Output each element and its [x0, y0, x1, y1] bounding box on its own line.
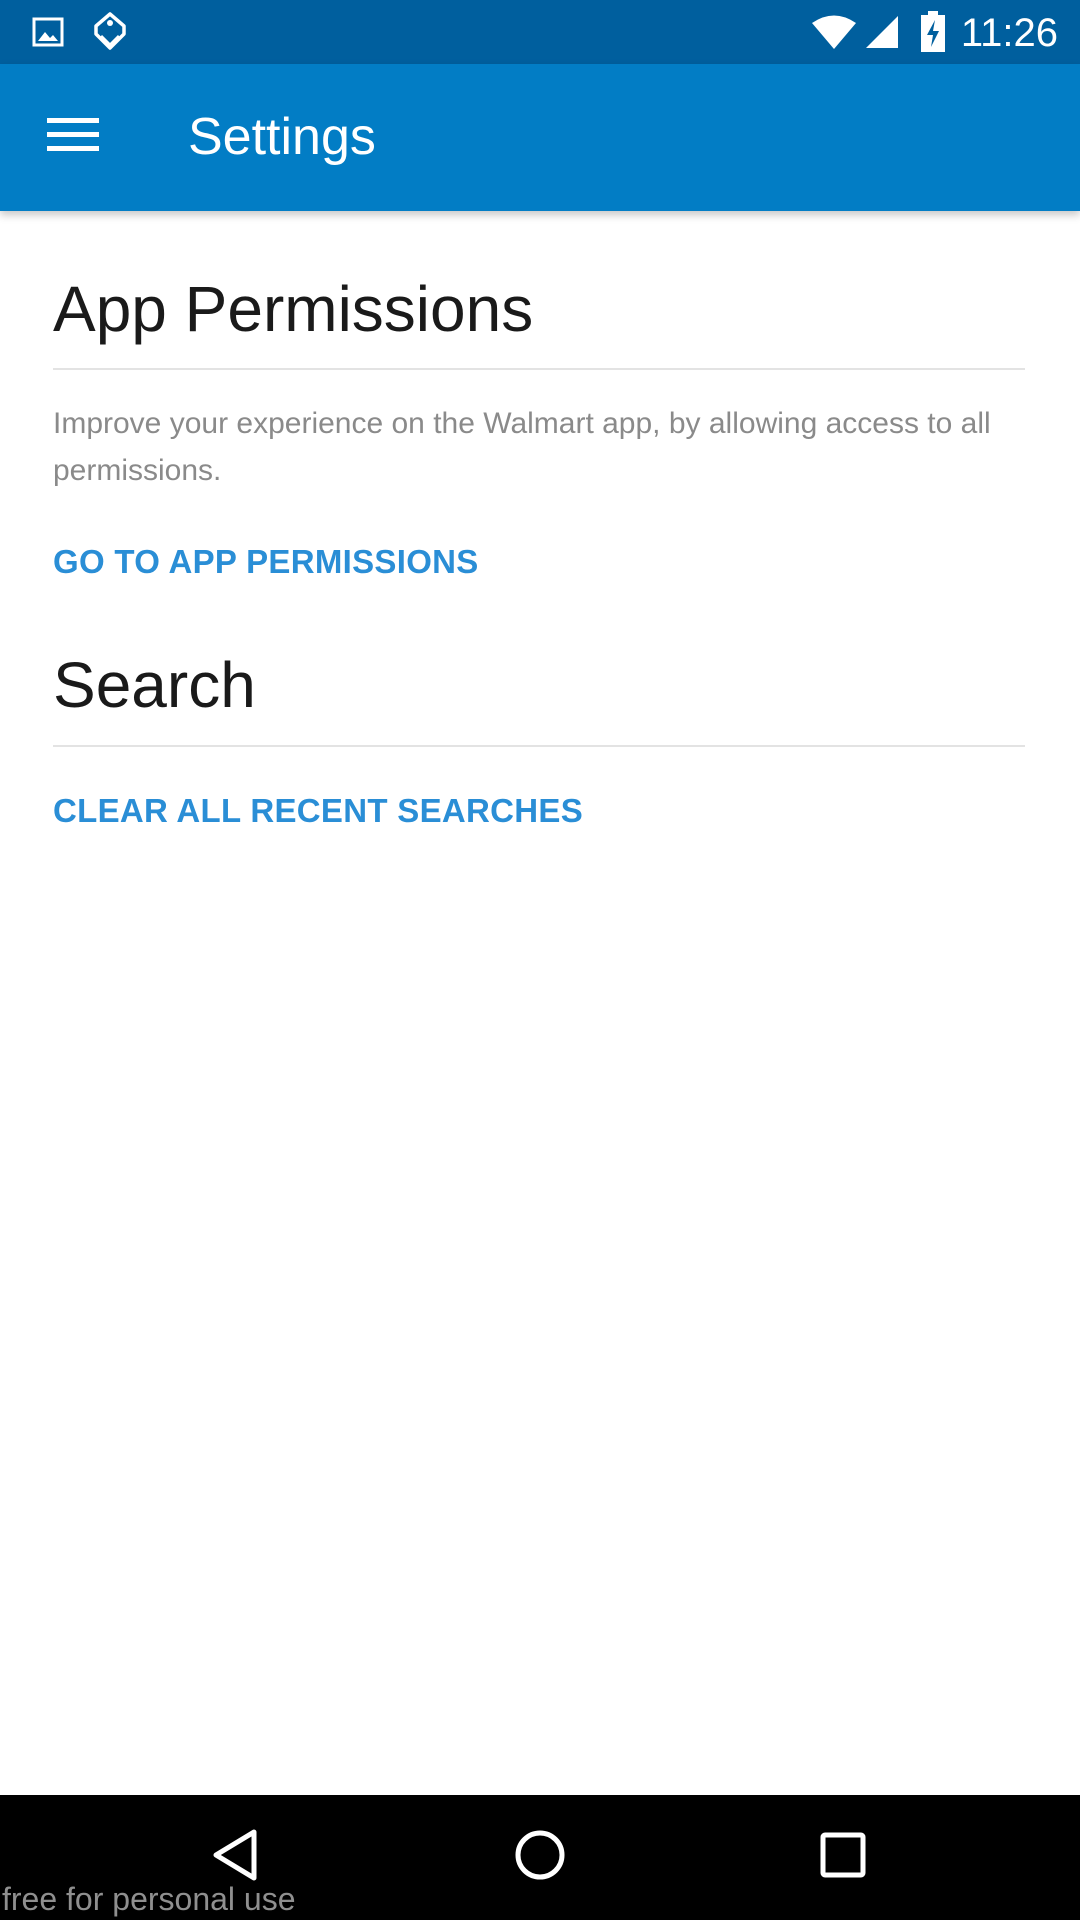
- hamburger-menu-icon: [47, 116, 99, 159]
- tag-icon: [90, 0, 130, 64]
- app-permissions-description: Improve your experience on the Walmart a…: [53, 407, 991, 487]
- page-title: Settings: [188, 108, 376, 166]
- settings-screen: 11:26 Settings App Permissions Improve y…: [0, 0, 1080, 1920]
- status-bar: 11:26: [0, 0, 1080, 64]
- back-icon: [210, 1828, 260, 1887]
- app-permissions-section: App Permissions Improve your experience …: [53, 211, 1025, 580]
- signal-icon: [862, 0, 902, 64]
- wifi-icon: [810, 0, 858, 64]
- recents-icon: [819, 1831, 867, 1884]
- app-permissions-heading: App Permissions: [53, 273, 534, 345]
- home-button[interactable]: [500, 1817, 580, 1897]
- clear-recent-searches-link[interactable]: CLEAR ALL RECENT SEARCHES: [53, 793, 583, 829]
- go-to-app-permissions-link[interactable]: GO TO APP PERMISSIONS: [53, 544, 479, 580]
- search-section: Search CLEAR ALL RECENT SEARCHES: [53, 653, 1025, 829]
- settings-content: App Permissions Improve your experience …: [53, 211, 1025, 829]
- home-icon: [513, 1828, 567, 1887]
- app-bar: Settings: [0, 64, 1080, 211]
- divider: [53, 368, 1025, 370]
- watermark: free for personal use: [2, 1881, 296, 1917]
- status-time: 11:26: [960, 11, 1058, 55]
- search-heading: Search: [53, 649, 256, 721]
- battery-charging-icon: [918, 0, 948, 64]
- image-icon: [28, 0, 68, 64]
- recents-button[interactable]: [803, 1817, 883, 1897]
- menu-button[interactable]: [28, 92, 118, 182]
